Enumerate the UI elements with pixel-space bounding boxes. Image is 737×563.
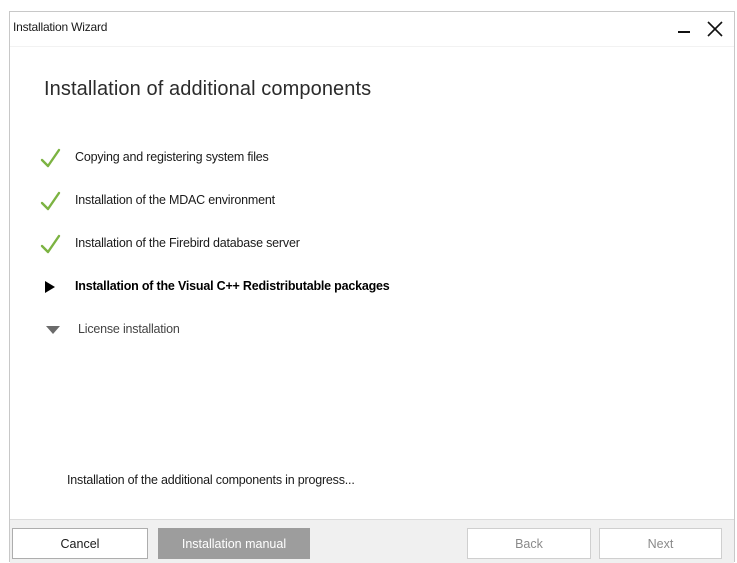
checkmark-icon — [40, 191, 61, 211]
next-button[interactable]: Next — [599, 528, 722, 559]
step-item: Installation of the Firebird database se… — [40, 231, 690, 257]
down-triangle-icon — [46, 326, 60, 334]
step-item: Installation of the MDAC environment — [40, 188, 690, 214]
step-item-current: Installation of the Visual C++ Redistrib… — [40, 274, 690, 300]
close-button[interactable] — [700, 14, 730, 44]
checkmark-icon — [40, 148, 61, 168]
step-label: Installation of the Visual C++ Redistrib… — [75, 279, 390, 293]
step-label: Copying and registering system files — [75, 150, 269, 164]
button-bar: Cancel Installation manual Back Next — [10, 519, 734, 563]
progress-status-text: Installation of the additional component… — [67, 473, 355, 487]
minimize-button[interactable] — [669, 14, 699, 44]
step-label: Installation of the MDAC environment — [75, 193, 275, 207]
installation-manual-button[interactable]: Installation manual — [158, 528, 310, 559]
step-label: License installation — [78, 322, 180, 336]
installation-wizard-window: Installation Wizard Installation of addi… — [9, 11, 735, 563]
page-heading: Installation of additional components — [44, 78, 372, 100]
title-bar: Installation Wizard — [10, 12, 734, 47]
close-icon — [707, 21, 723, 37]
play-arrow-icon — [45, 281, 55, 293]
checkmark-icon — [40, 234, 61, 254]
step-item: Copying and registering system files — [40, 145, 690, 171]
minimize-icon — [678, 31, 690, 33]
back-button[interactable]: Back — [467, 528, 591, 559]
window-title: Installation Wizard — [13, 20, 108, 34]
step-label: Installation of the Firebird database se… — [75, 236, 300, 250]
step-item-pending: License installation — [40, 317, 690, 343]
cancel-button[interactable]: Cancel — [12, 528, 148, 559]
